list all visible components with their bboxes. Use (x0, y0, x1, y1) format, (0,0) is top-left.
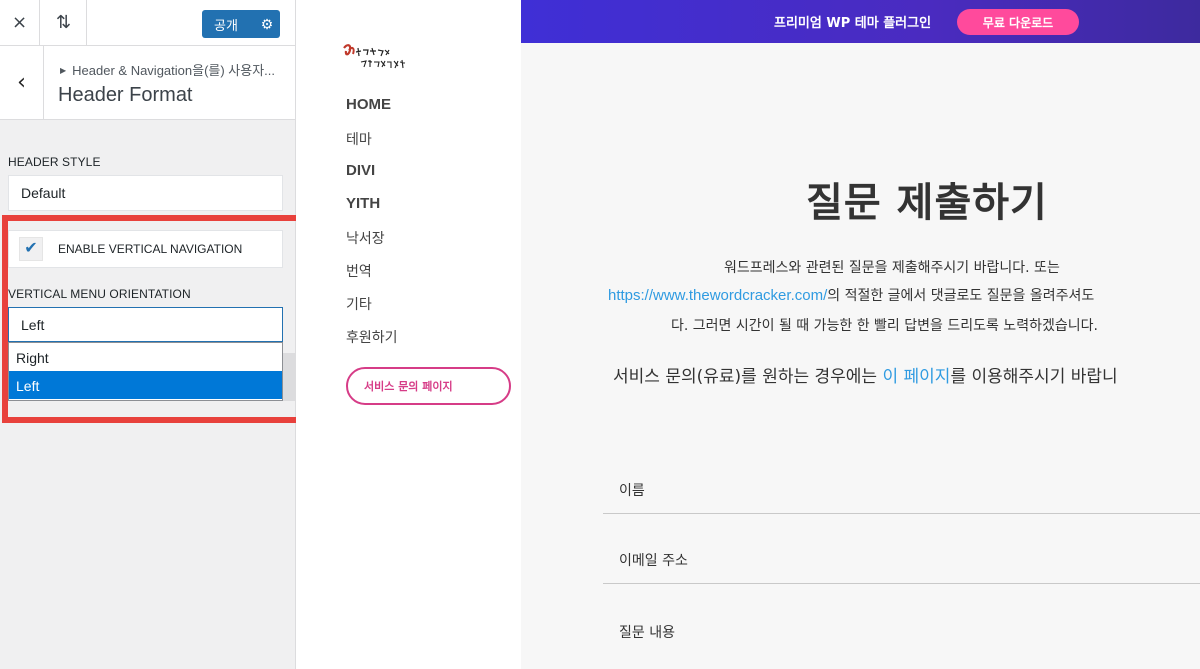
section-header: ‹ ▶ Header & Navigation을(를) 사용자... Header… (0, 46, 295, 120)
intro-line-3: 다. 그러면 시간이 될 때 가능한 한 빨리 답변을 드리도록 노력하겠습니다… (671, 318, 1098, 334)
intro-line-2-text: 의 적절한 글에서 댓글로도 질문을 올려주셔도 (827, 288, 1095, 304)
site-vertical-nav: HOME 테마 DIVI YITH 낙서장 번역 기타 후원하기 서비스 문의 … (296, 0, 521, 669)
option-right[interactable]: Right (9, 343, 282, 371)
service-suffix: 를 이용해주시기 바랍니 (950, 367, 1118, 387)
nav-item-yith[interactable]: YITH (346, 195, 398, 228)
nav-item-donate[interactable]: 후원하기 (346, 327, 398, 360)
page-title: 질문 제출하기 (806, 180, 1048, 226)
service-page-link[interactable]: 이 페이지 (882, 367, 950, 387)
gear-icon[interactable]: ⚙ (254, 16, 280, 33)
site-logo[interactable] (341, 42, 411, 74)
nav-item-home[interactable]: HOME (346, 96, 398, 129)
promo-text: 프리미엄 WP 테마 플러그인 (774, 16, 932, 31)
nav-item-etc[interactable]: 기타 (346, 294, 398, 327)
section-title: Header Format (58, 84, 193, 106)
vertical-navigation-toggle[interactable]: ✔ Enable Vertical Navigation (8, 230, 283, 268)
service-inquiry-line: 서비스 문의(유료)를 원하는 경우에는 이 페이지를 이용해주시기 바랍니 (613, 362, 1118, 387)
panel-scroll-strip (283, 353, 295, 401)
publish-label: 공개 (214, 17, 238, 33)
nav-item-scribble[interactable]: 낙서장 (346, 228, 398, 261)
free-download-button[interactable]: 무료 다운로드 (957, 9, 1079, 35)
service-prefix: 서비스 문의(유료)를 원하는 경우에는 (613, 367, 883, 387)
name-field-label: 이름 (619, 483, 645, 499)
name-field[interactable]: 이름 (603, 444, 1200, 514)
triangle-right-icon: ▶ (60, 66, 67, 75)
email-field[interactable]: 이메일 주소 (603, 514, 1200, 584)
intro-line-2: https://www.thewordcracker.com/의 적절한 글에서… (608, 285, 1094, 305)
customizer-topbar: × ⇅ 공개 ⚙ (0, 0, 295, 46)
service-inquiry-button[interactable]: 서비스 문의 페이지 (346, 367, 511, 405)
question-field-label: 질문 내용 (619, 625, 675, 641)
reorder-icon[interactable]: ⇅ (41, 0, 87, 45)
site-nav-menu: HOME 테마 DIVI YITH 낙서장 번역 기타 후원하기 (346, 96, 398, 360)
header-style-label: Header Style (8, 155, 101, 169)
vertical-menu-orientation-select[interactable]: Left (8, 307, 283, 342)
vertical-navigation-label: Enable Vertical Navigation (58, 242, 243, 256)
back-chevron-icon[interactable]: ‹ (0, 46, 44, 119)
promo-banner: 프리미엄 WP 테마 플러그인 무료 다운로드 (521, 0, 1200, 43)
question-field[interactable]: 질문 내용 (603, 584, 1200, 654)
site-link[interactable]: https://www.thewordcracker.com/ (608, 287, 827, 304)
intro-line-1: 워드프레스와 관련된 질문을 제출해주시기 바랍니다. 또는 (724, 260, 1060, 276)
header-style-select[interactable]: Default (8, 175, 283, 211)
breadcrumb: ▶ Header & Navigation을(를) 사용자... (60, 60, 290, 79)
publish-button[interactable]: 공개 ⚙ (202, 10, 280, 38)
orientation-dropdown-list: Right Left (8, 342, 283, 401)
preview-main-content: 프리미엄 WP 테마 플러그인 무료 다운로드 질문 제출하기 워드프레스와 관… (521, 0, 1200, 669)
close-icon[interactable]: × (0, 0, 40, 45)
nav-item-theme[interactable]: 테마 (346, 129, 398, 162)
vertical-menu-orientation-label: Vertical Menu Orientation (8, 287, 191, 301)
nav-item-translation[interactable]: 번역 (346, 261, 398, 294)
breadcrumb-text: Header & Navigation을(를) 사용자... (72, 63, 276, 78)
nav-item-divi[interactable]: DIVI (346, 162, 398, 195)
option-left[interactable]: Left (9, 371, 282, 399)
vertical-navigation-checkbox[interactable]: ✔ (19, 237, 43, 261)
customizer-panel: × ⇅ 공개 ⚙ ‹ ▶ Header & Navigation을(를) 사용자.… (0, 0, 296, 669)
email-field-label: 이메일 주소 (619, 553, 688, 569)
